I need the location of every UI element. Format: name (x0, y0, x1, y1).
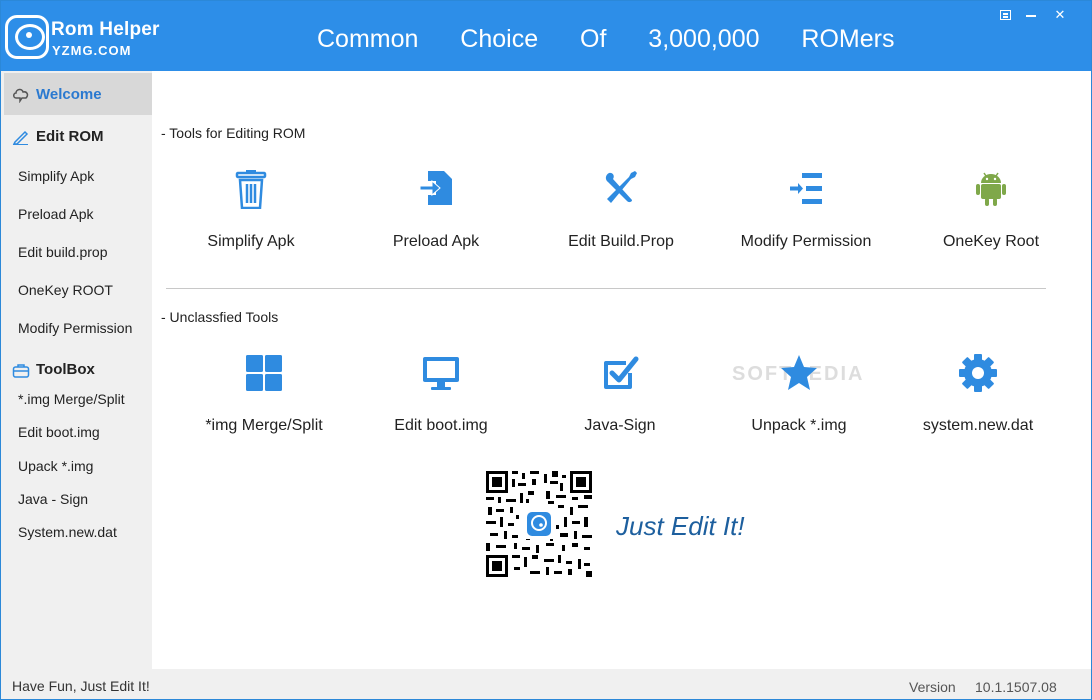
close-icon: ✕ (1054, 7, 1066, 22)
tool-simplify-apk[interactable]: Simplify Apk (176, 169, 326, 269)
headline: Common Choice Of 3,000,000 ROMers (317, 25, 895, 53)
sidebar-item-img-merge-split[interactable]: *.img Merge/Split (18, 391, 125, 407)
tool-label: Java-Sign (584, 417, 656, 434)
brand-subtitle: YZMG.COM (52, 43, 132, 58)
android-icon (976, 172, 1006, 206)
sidebar-item-label: Welcome (36, 86, 102, 103)
sidebar-section-edit-rom[interactable]: Edit ROM (4, 115, 152, 157)
group-title-unclassified: - Unclassfied Tools (161, 309, 279, 325)
main-panel: - Tools for Editing ROM Simplify Apk Pre… (152, 71, 1091, 669)
version-value: 10.1.1507.08 (975, 679, 1057, 695)
tool-edit-boot-img[interactable]: Edit boot.img (366, 353, 516, 453)
sidebar-item-onekey-root[interactable]: OneKey ROOT (18, 282, 113, 298)
tool-label: *img Merge/Split (205, 417, 323, 434)
sidebar-item-welcome[interactable]: Welcome (4, 73, 152, 115)
version-label: Version (909, 679, 956, 695)
section-divider (166, 288, 1046, 289)
app-window: Rom Helper YZMG.COM Common Choice Of 3,0… (0, 0, 1092, 700)
qr-code-image (486, 471, 592, 577)
trash-icon (235, 170, 267, 209)
app-logo-icon (5, 15, 49, 59)
tool-label: Modify Permission (740, 233, 872, 250)
sidebar: Welcome Edit ROM Simplify Apk Preload Ap… (1, 71, 152, 669)
minimize-button[interactable] (1022, 7, 1040, 23)
sidebar-item-modify-permission[interactable]: Modify Permission (18, 320, 132, 336)
menu-button[interactable] (996, 7, 1014, 23)
tool-label: Edit Build.Prop (568, 233, 674, 250)
monitor-icon (423, 357, 459, 390)
grid-icon (246, 355, 282, 391)
tool-label: Unpack *.img (751, 417, 847, 434)
group-title-editing: - Tools for Editing ROM (161, 125, 306, 141)
sidebar-section-label: ToolBox (36, 361, 95, 378)
status-message: Have Fun, Just Edit It! (12, 678, 150, 694)
tool-edit-build-prop[interactable]: Edit Build.Prop (546, 169, 696, 269)
tool-java-sign[interactable]: Java-Sign (545, 353, 695, 453)
status-bar: Have Fun, Just Edit It! Version 10.1.150… (1, 669, 1091, 699)
tool-label: system.new.dat (922, 417, 1034, 434)
tool-system-new-dat[interactable]: system.new.dat (903, 353, 1053, 453)
tagline: Just Edit It! (616, 511, 745, 541)
tool-unpack-img[interactable]: Unpack *.img (724, 353, 874, 453)
sidebar-item-preload-apk[interactable]: Preload Apk (18, 206, 94, 222)
gear-icon (959, 354, 997, 392)
sidebar-section-toolbox[interactable]: ToolBox (4, 349, 152, 389)
cloud-icon (13, 88, 29, 103)
tool-onekey-root[interactable]: OneKey Root (916, 169, 1066, 269)
sidebar-item-system-new-dat[interactable]: System.new.dat (18, 524, 117, 540)
sidebar-item-upack-img[interactable]: Upack *.img (18, 458, 93, 474)
tool-modify-permission[interactable]: Modify Permission (731, 169, 881, 269)
title-bar[interactable]: Rom Helper YZMG.COM Common Choice Of 3,0… (1, 1, 1091, 71)
indent-list-icon (790, 173, 822, 204)
tool-label: Preload Apk (392, 233, 480, 250)
minimize-icon (1026, 15, 1036, 17)
sidebar-section-label: Edit ROM (36, 128, 104, 145)
tool-img-merge-split[interactable]: *img Merge/Split (189, 353, 339, 453)
sidebar-item-simplify-apk[interactable]: Simplify Apk (18, 168, 94, 184)
pencil-icon (12, 130, 29, 145)
toolbox-icon (12, 364, 30, 378)
tools-icon (605, 171, 637, 203)
sidebar-item-java-sign[interactable]: Java - Sign (18, 491, 88, 507)
checkbox-icon (604, 356, 639, 389)
file-import-icon (419, 171, 452, 205)
sidebar-item-edit-boot-img[interactable]: Edit boot.img (18, 424, 100, 440)
menu-icon (999, 10, 1011, 20)
brand-name: Rom Helper (51, 19, 160, 40)
star-icon (781, 355, 817, 390)
tool-preload-apk[interactable]: Preload Apk (361, 169, 511, 269)
tool-label: OneKey Root (942, 233, 1040, 250)
tool-label: Edit boot.img (394, 417, 488, 434)
sidebar-item-edit-build-prop[interactable]: Edit build.prop (18, 244, 108, 260)
close-button[interactable]: ✕ (1051, 7, 1069, 23)
tool-label: Simplify Apk (207, 233, 295, 250)
